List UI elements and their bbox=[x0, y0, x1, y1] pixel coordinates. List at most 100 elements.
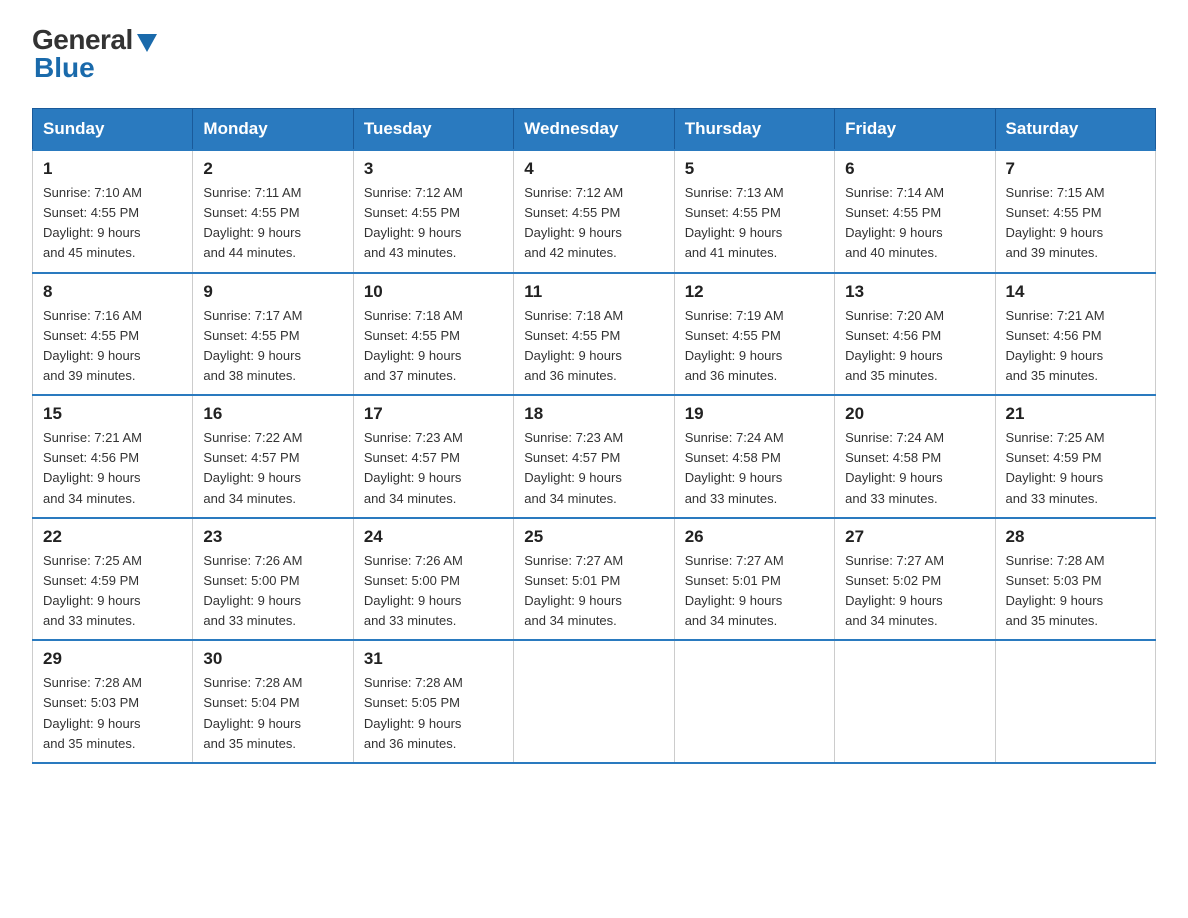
day-number: 28 bbox=[1006, 527, 1145, 547]
day-info: Sunrise: 7:27 AMSunset: 5:02 PMDaylight:… bbox=[845, 551, 984, 632]
calendar-cell: 17 Sunrise: 7:23 AMSunset: 4:57 PMDayligh… bbox=[353, 395, 513, 518]
calendar-cell: 19Sunrise: 7:24 AMSunset: 4:58 PMDayligh… bbox=[674, 395, 834, 518]
day-info: Sunrise: 7:11 AMSunset: 4:55 PMDaylight:… bbox=[203, 183, 342, 264]
day-info: Sunrise: 7:14 AMSunset: 4:55 PMDaylight:… bbox=[845, 183, 984, 264]
week-row-5: 29Sunrise: 7:28 AMSunset: 5:03 PMDayligh… bbox=[33, 640, 1156, 763]
day-info: Sunrise: 7:25 AMSunset: 4:59 PMDaylight:… bbox=[43, 551, 182, 632]
day-number: 3 bbox=[364, 159, 503, 179]
day-number: 8 bbox=[43, 282, 182, 302]
day-info: Sunrise: 7:20 AMSunset: 4:56 PMDaylight:… bbox=[845, 306, 984, 387]
header-friday: Friday bbox=[835, 109, 995, 151]
day-number: 16 bbox=[203, 404, 342, 424]
day-number: 31 bbox=[364, 649, 503, 669]
logo-blue-text: Blue bbox=[34, 52, 95, 84]
day-number: 12 bbox=[685, 282, 824, 302]
calendar-cell: 28 Sunrise: 7:28 AMSunset: 5:03 PMDayligh… bbox=[995, 518, 1155, 641]
day-number: 9 bbox=[203, 282, 342, 302]
calendar-table: SundayMondayTuesdayWednesdayThursdayFrid… bbox=[32, 108, 1156, 764]
day-info: Sunrise: 7:21 AMSunset: 4:56 PMDaylight:… bbox=[1006, 306, 1145, 387]
day-info: Sunrise: 7:12 AMSunset: 4:55 PMDaylight:… bbox=[364, 183, 503, 264]
header-saturday: Saturday bbox=[995, 109, 1155, 151]
day-number: 23 bbox=[203, 527, 342, 547]
day-number: 1 bbox=[43, 159, 182, 179]
day-number: 22 bbox=[43, 527, 182, 547]
day-number: 25 bbox=[524, 527, 663, 547]
page-header: General Blue bbox=[32, 24, 1156, 84]
calendar-cell bbox=[835, 640, 995, 763]
header-tuesday: Tuesday bbox=[353, 109, 513, 151]
day-number: 30 bbox=[203, 649, 342, 669]
day-info: Sunrise: 7:16 AMSunset: 4:55 PMDaylight:… bbox=[43, 306, 182, 387]
day-info: Sunrise: 7:24 AMSunset: 4:58 PMDaylight:… bbox=[845, 428, 984, 509]
day-number: 29 bbox=[43, 649, 182, 669]
calendar-cell: 12 Sunrise: 7:19 AMSunset: 4:55 PMDayligh… bbox=[674, 273, 834, 396]
day-number: 13 bbox=[845, 282, 984, 302]
calendar-cell: 25 Sunrise: 7:27 AMSunset: 5:01 PMDayligh… bbox=[514, 518, 674, 641]
calendar-cell: 8 Sunrise: 7:16 AMSunset: 4:55 PMDaylight… bbox=[33, 273, 193, 396]
day-info: Sunrise: 7:12 AMSunset: 4:55 PMDaylight:… bbox=[524, 183, 663, 264]
calendar-cell: 21Sunrise: 7:25 AMSunset: 4:59 PMDayligh… bbox=[995, 395, 1155, 518]
day-info: Sunrise: 7:10 AMSunset: 4:55 PMDaylight:… bbox=[43, 183, 182, 264]
calendar-cell: 2 Sunrise: 7:11 AMSunset: 4:55 PMDaylight… bbox=[193, 150, 353, 273]
header-row: SundayMondayTuesdayWednesdayThursdayFrid… bbox=[33, 109, 1156, 151]
calendar-cell: 18 Sunrise: 7:23 AMSunset: 4:57 PMDayligh… bbox=[514, 395, 674, 518]
calendar-cell: 27 Sunrise: 7:27 AMSunset: 5:02 PMDayligh… bbox=[835, 518, 995, 641]
day-number: 6 bbox=[845, 159, 984, 179]
day-info: Sunrise: 7:22 AMSunset: 4:57 PMDaylight:… bbox=[203, 428, 342, 509]
calendar-cell: 15 Sunrise: 7:21 AMSunset: 4:56 PMDayligh… bbox=[33, 395, 193, 518]
header-wednesday: Wednesday bbox=[514, 109, 674, 151]
day-info: Sunrise: 7:26 AMSunset: 5:00 PMDaylight:… bbox=[364, 551, 503, 632]
day-number: 26 bbox=[685, 527, 824, 547]
day-number: 21 bbox=[1006, 404, 1145, 424]
day-number: 10 bbox=[364, 282, 503, 302]
day-number: 4 bbox=[524, 159, 663, 179]
day-info: Sunrise: 7:19 AMSunset: 4:55 PMDaylight:… bbox=[685, 306, 824, 387]
day-info: Sunrise: 7:21 AMSunset: 4:56 PMDaylight:… bbox=[43, 428, 182, 509]
day-number: 5 bbox=[685, 159, 824, 179]
calendar-cell: 3 Sunrise: 7:12 AMSunset: 4:55 PMDaylight… bbox=[353, 150, 513, 273]
day-info: Sunrise: 7:15 AMSunset: 4:55 PMDaylight:… bbox=[1006, 183, 1145, 264]
header-thursday: Thursday bbox=[674, 109, 834, 151]
calendar-cell: 10 Sunrise: 7:18 AMSunset: 4:55 PMDayligh… bbox=[353, 273, 513, 396]
calendar-cell: 6 Sunrise: 7:14 AMSunset: 4:55 PMDaylight… bbox=[835, 150, 995, 273]
calendar-cell bbox=[674, 640, 834, 763]
calendar-cell: 20 Sunrise: 7:24 AMSunset: 4:58 PMDayligh… bbox=[835, 395, 995, 518]
calendar-cell: 22 Sunrise: 7:25 AMSunset: 4:59 PMDayligh… bbox=[33, 518, 193, 641]
day-number: 7 bbox=[1006, 159, 1145, 179]
day-number: 15 bbox=[43, 404, 182, 424]
week-row-4: 22 Sunrise: 7:25 AMSunset: 4:59 PMDayligh… bbox=[33, 518, 1156, 641]
day-info: Sunrise: 7:18 AMSunset: 4:55 PMDaylight:… bbox=[364, 306, 503, 387]
day-number: 14 bbox=[1006, 282, 1145, 302]
calendar-cell: 26Sunrise: 7:27 AMSunset: 5:01 PMDayligh… bbox=[674, 518, 834, 641]
day-number: 20 bbox=[845, 404, 984, 424]
calendar-cell: 29Sunrise: 7:28 AMSunset: 5:03 PMDayligh… bbox=[33, 640, 193, 763]
day-number: 17 bbox=[364, 404, 503, 424]
day-info: Sunrise: 7:17 AMSunset: 4:55 PMDaylight:… bbox=[203, 306, 342, 387]
calendar-cell: 1 Sunrise: 7:10 AMSunset: 4:55 PMDaylight… bbox=[33, 150, 193, 273]
day-info: Sunrise: 7:23 AMSunset: 4:57 PMDaylight:… bbox=[524, 428, 663, 509]
calendar-cell: 14 Sunrise: 7:21 AMSunset: 4:56 PMDayligh… bbox=[995, 273, 1155, 396]
calendar-cell: 9 Sunrise: 7:17 AMSunset: 4:55 PMDaylight… bbox=[193, 273, 353, 396]
calendar-header: SundayMondayTuesdayWednesdayThursdayFrid… bbox=[33, 109, 1156, 151]
day-info: Sunrise: 7:28 AMSunset: 5:04 PMDaylight:… bbox=[203, 673, 342, 754]
calendar-cell: 7 Sunrise: 7:15 AMSunset: 4:55 PMDaylight… bbox=[995, 150, 1155, 273]
week-row-3: 15 Sunrise: 7:21 AMSunset: 4:56 PMDayligh… bbox=[33, 395, 1156, 518]
calendar-cell: 24 Sunrise: 7:26 AMSunset: 5:00 PMDayligh… bbox=[353, 518, 513, 641]
day-info: Sunrise: 7:13 AMSunset: 4:55 PMDaylight:… bbox=[685, 183, 824, 264]
week-row-1: 1 Sunrise: 7:10 AMSunset: 4:55 PMDaylight… bbox=[33, 150, 1156, 273]
day-info: Sunrise: 7:23 AMSunset: 4:57 PMDaylight:… bbox=[364, 428, 503, 509]
day-number: 11 bbox=[524, 282, 663, 302]
logo-triangle-icon bbox=[137, 34, 157, 52]
day-info: Sunrise: 7:27 AMSunset: 5:01 PMDaylight:… bbox=[524, 551, 663, 632]
day-info: Sunrise: 7:24 AMSunset: 4:58 PMDaylight:… bbox=[685, 428, 824, 509]
header-sunday: Sunday bbox=[33, 109, 193, 151]
header-monday: Monday bbox=[193, 109, 353, 151]
day-number: 27 bbox=[845, 527, 984, 547]
calendar-body: 1 Sunrise: 7:10 AMSunset: 4:55 PMDaylight… bbox=[33, 150, 1156, 763]
day-number: 18 bbox=[524, 404, 663, 424]
day-number: 24 bbox=[364, 527, 503, 547]
day-info: Sunrise: 7:28 AMSunset: 5:03 PMDaylight:… bbox=[1006, 551, 1145, 632]
calendar-cell: 30 Sunrise: 7:28 AMSunset: 5:04 PMDayligh… bbox=[193, 640, 353, 763]
day-number: 2 bbox=[203, 159, 342, 179]
calendar-cell bbox=[995, 640, 1155, 763]
